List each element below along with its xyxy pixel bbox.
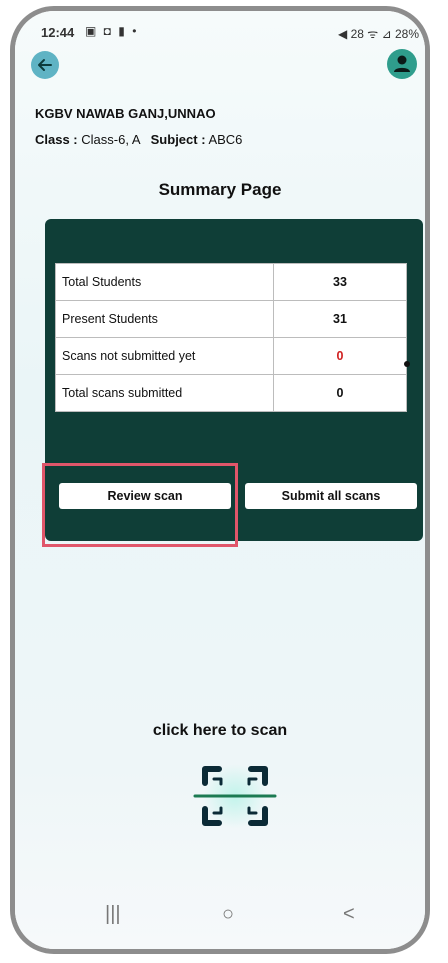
cursor-dot: [404, 361, 410, 367]
review-scan-button[interactable]: Review scan: [59, 483, 231, 509]
row-value: 0: [273, 337, 407, 375]
system-status-icons: ◀ 28 ᯤ ⊿ 28%: [338, 27, 419, 41]
table-row: Present Students 31: [55, 300, 407, 338]
arrow-left-icon: [38, 59, 52, 71]
status-bar: 12:44 ▣ ◘ ▮ • ◀ 28 ᯤ ⊿ 28%: [15, 11, 425, 49]
row-label: Scans not submitted yet: [55, 337, 274, 375]
page-title: Summary Page: [158, 180, 282, 199]
scan-label: click here to scan: [152, 722, 288, 739]
summary-table: Total Students 33 Present Students 31 Sc…: [55, 263, 407, 412]
table-row: Total Students 33: [55, 263, 407, 301]
phone-frame: 12:44 ▣ ◘ ▮ • ◀ 28 ᯤ ⊿ 28% KGBV NAWAB GA…: [10, 6, 430, 954]
table-row: Scans not submitted yet 0: [55, 337, 407, 375]
scan-frame-icon: [193, 764, 277, 828]
subject-value: ABC6: [208, 132, 243, 147]
scan-button[interactable]: [191, 751, 279, 841]
nav-back-button[interactable]: <: [343, 903, 355, 926]
row-label: Total Students: [55, 263, 274, 301]
row-label: Total scans submitted: [55, 374, 274, 412]
row-value: 33: [273, 263, 407, 301]
recents-button[interactable]: |||: [105, 903, 121, 926]
app-screen: 12:44 ▣ ◘ ▮ • ◀ 28 ᯤ ⊿ 28% KGBV NAWAB GA…: [15, 11, 425, 949]
school-name: KGBV NAWAB GANJ,UNNAO: [35, 106, 216, 121]
subject-label: Subject :: [150, 132, 206, 147]
profile-avatar[interactable]: [387, 49, 417, 79]
summary-card: Total Students 33 Present Students 31 Sc…: [45, 219, 423, 541]
home-button[interactable]: ○: [222, 903, 234, 926]
status-time: 12:44: [41, 25, 75, 40]
class-value: Class-6, A: [81, 132, 140, 147]
table-row: Total scans submitted 0: [55, 374, 407, 412]
class-label: Class :: [35, 132, 78, 147]
back-button[interactable]: [31, 51, 59, 79]
row-value: 31: [273, 300, 407, 338]
row-label: Present Students: [55, 300, 274, 338]
notification-icons: ▣ ◘ ▮ •: [85, 24, 139, 38]
user-icon: [394, 55, 410, 72]
class-subject-line: Class : Class-6, A Subject : ABC6: [35, 132, 242, 147]
submit-all-scans-button[interactable]: Submit all scans: [245, 483, 417, 509]
row-value: 0: [273, 374, 407, 412]
system-nav-bar: ||| ○ <: [15, 889, 425, 949]
